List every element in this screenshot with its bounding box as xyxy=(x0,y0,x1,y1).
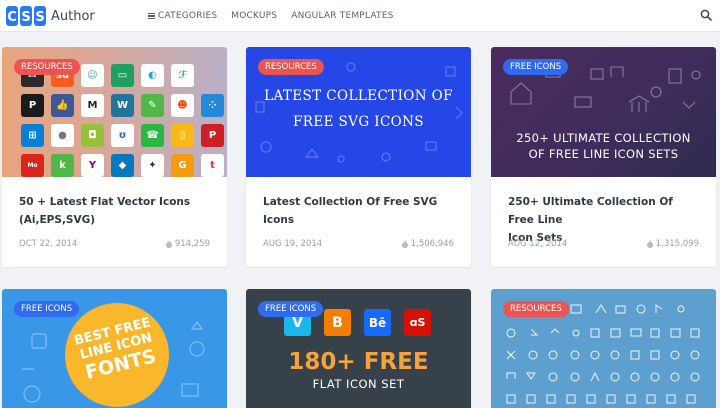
card-views: 1,506,946 xyxy=(401,239,454,249)
site-logo[interactable]: C S S Author xyxy=(6,3,95,29)
thumb-heading: 250+ ULTIMATE COLLECTION xyxy=(516,131,691,145)
flat-icon: Y xyxy=(81,154,104,177)
article-card-flat-vector-icons[interactable]: ✉ su ☺ ▭ ◐ ℱ P 👍 M W ✎ ☻ ⁘ ⊞ ● ◘ ʊ ☎ ▯ P… xyxy=(2,47,227,267)
card-thumbnail: V B Bē ɑS 180+ FREE FLAT ICON SET FREE I… xyxy=(246,289,471,408)
card-thumbnail: LATEST COLLECTION OF FREE SVG ICONS RESO… xyxy=(246,47,471,177)
article-card-line-icon-fonts[interactable]: BEST FREE LINE ICON FONTS FREE ICONS xyxy=(2,289,227,408)
card-title[interactable]: 50 + Latest Flat Vector Icons (Ai,EPS,SV… xyxy=(19,193,213,229)
flat-icon: ◆ xyxy=(111,154,134,177)
hamburger-icon xyxy=(148,13,155,19)
flat-icon: k xyxy=(51,154,74,177)
category-badge[interactable]: RESOURCES xyxy=(14,59,80,75)
flat-icon: P xyxy=(201,124,224,147)
flat-icon: W xyxy=(111,94,134,117)
thumb-heading: 180+ FREE xyxy=(288,349,429,375)
card-title[interactable]: Latest Collection Of Free SVG Icons xyxy=(263,193,457,229)
category-badge[interactable]: RESOURCES xyxy=(258,59,324,75)
blogger-icon: B xyxy=(324,309,351,336)
card-date: OCT 22, 2014 xyxy=(19,239,78,249)
flat-icon: ◐ xyxy=(141,64,164,87)
article-card-flat-icon-set[interactable]: V B Bē ɑS 180+ FREE FLAT ICON SET FREE I… xyxy=(246,289,471,408)
nav-categories-label: CATEGORIES xyxy=(158,11,218,21)
article-card-line-icon-grid[interactable]: RESOURCES xyxy=(491,289,716,408)
flat-icon: ◘ xyxy=(81,124,104,147)
app-icon-grid: ✉ su ☺ ▭ ◐ ℱ P 👍 M W ✎ ☻ ⁘ ⊞ ● ◘ ʊ ☎ ▯ P… xyxy=(21,64,224,177)
card-thumbnail: 250+ ULTIMATE COLLECTION OF FREE LINE IC… xyxy=(491,47,716,177)
card-views-count: 1,315,099 xyxy=(655,239,699,249)
thumb-heading: OF FREE LINE ICON SETS xyxy=(528,147,679,161)
card-date: AUG 12, 2014 xyxy=(508,239,568,249)
flat-icon: ⁘ xyxy=(201,94,224,117)
flat-icon: ✦ xyxy=(141,154,164,177)
flat-icon: M xyxy=(81,94,104,117)
card-thumbnail: ✉ su ☺ ▭ ◐ ℱ P 👍 M W ✎ ☻ ⁘ ⊞ ● ◘ ʊ ☎ ▯ P… xyxy=(2,47,227,177)
category-badge[interactable]: FREE ICONS xyxy=(503,59,569,75)
category-badge[interactable]: FREE ICONS xyxy=(258,301,324,317)
category-badge[interactable]: FREE ICONS xyxy=(14,301,80,317)
card-title-line: (Ai,EPS,SVG) xyxy=(19,214,96,226)
flat-icon: ☺ xyxy=(81,64,104,87)
card-title-line: 50 + Latest Flat Vector Icons xyxy=(19,196,191,208)
nav-mockups-label: MOCKUPS xyxy=(231,11,278,21)
top-header: C S S Author CATEGORIES MOCKUPS ANGULAR … xyxy=(0,0,720,32)
category-badge[interactable]: RESOURCES xyxy=(503,301,569,317)
card-views-count: 1,506,946 xyxy=(410,239,454,249)
flat-icon: ℱ xyxy=(171,64,194,87)
thumb-subheading: FLAT ICON SET xyxy=(312,377,405,391)
flat-icon: ⊞ xyxy=(21,124,44,147)
flame-icon xyxy=(401,240,408,248)
svg-text:S: S xyxy=(21,10,30,25)
flat-icon: ☎ xyxy=(141,124,164,147)
main-nav: CATEGORIES MOCKUPS ANGULAR TEMPLATES xyxy=(148,0,394,32)
flat-icon: ʊ xyxy=(111,124,134,147)
flame-icon xyxy=(646,240,653,248)
flat-icon: ✎ xyxy=(141,94,164,117)
card-views-count: 914,259 xyxy=(174,239,210,249)
thumb-heading: FREE SVG ICONS xyxy=(293,114,424,130)
thumb-heading: LATEST COLLECTION OF xyxy=(264,88,453,104)
nav-mockups[interactable]: MOCKUPS xyxy=(231,11,277,21)
flat-icon: G xyxy=(171,154,194,177)
svg-text:C: C xyxy=(7,10,17,25)
flat-icon: 👍 xyxy=(51,94,74,117)
card-date: AUG 19, 2014 xyxy=(263,239,323,249)
article-card-line-icon-sets[interactable]: 250+ ULTIMATE COLLECTION OF FREE LINE IC… xyxy=(491,47,716,267)
article-card-free-svg-icons[interactable]: LATEST COLLECTION OF FREE SVG ICONS RESO… xyxy=(246,47,471,267)
logo-text: Author xyxy=(51,8,95,24)
card-views: 1,315,099 xyxy=(646,239,699,249)
flat-icon: ☻ xyxy=(171,94,194,117)
flat-icon: ● xyxy=(51,124,74,147)
nav-angular-templates[interactable]: ANGULAR TEMPLATES xyxy=(291,11,393,21)
flat-icon: t xyxy=(201,154,224,177)
lastfm-icon: ɑS xyxy=(404,309,431,336)
nav-angular-templates-label: ANGULAR TEMPLATES xyxy=(291,11,394,21)
flat-icon: ▭ xyxy=(111,64,134,87)
card-thumbnail: BEST FREE LINE ICON FONTS FREE ICONS xyxy=(2,289,227,408)
svg-text:S: S xyxy=(35,10,44,25)
flat-icon: Mo xyxy=(21,154,44,177)
flat-icon: ▯ xyxy=(171,124,194,147)
behance-icon: Bē xyxy=(364,309,391,336)
card-thumbnail: RESOURCES xyxy=(491,289,716,408)
card-title-line: Latest Collection Of Free SVG Icons xyxy=(263,196,438,226)
flame-icon xyxy=(165,240,172,248)
flat-icon: P xyxy=(21,94,44,117)
card-title-line: 250+ Ultimate Collection Of Free Line xyxy=(508,196,673,226)
card-views: 914,259 xyxy=(165,239,210,249)
logo-mark-icon: C S S xyxy=(6,6,46,26)
search-icon[interactable] xyxy=(700,9,712,21)
nav-categories[interactable]: CATEGORIES xyxy=(148,11,217,21)
flat-icon xyxy=(201,64,224,87)
